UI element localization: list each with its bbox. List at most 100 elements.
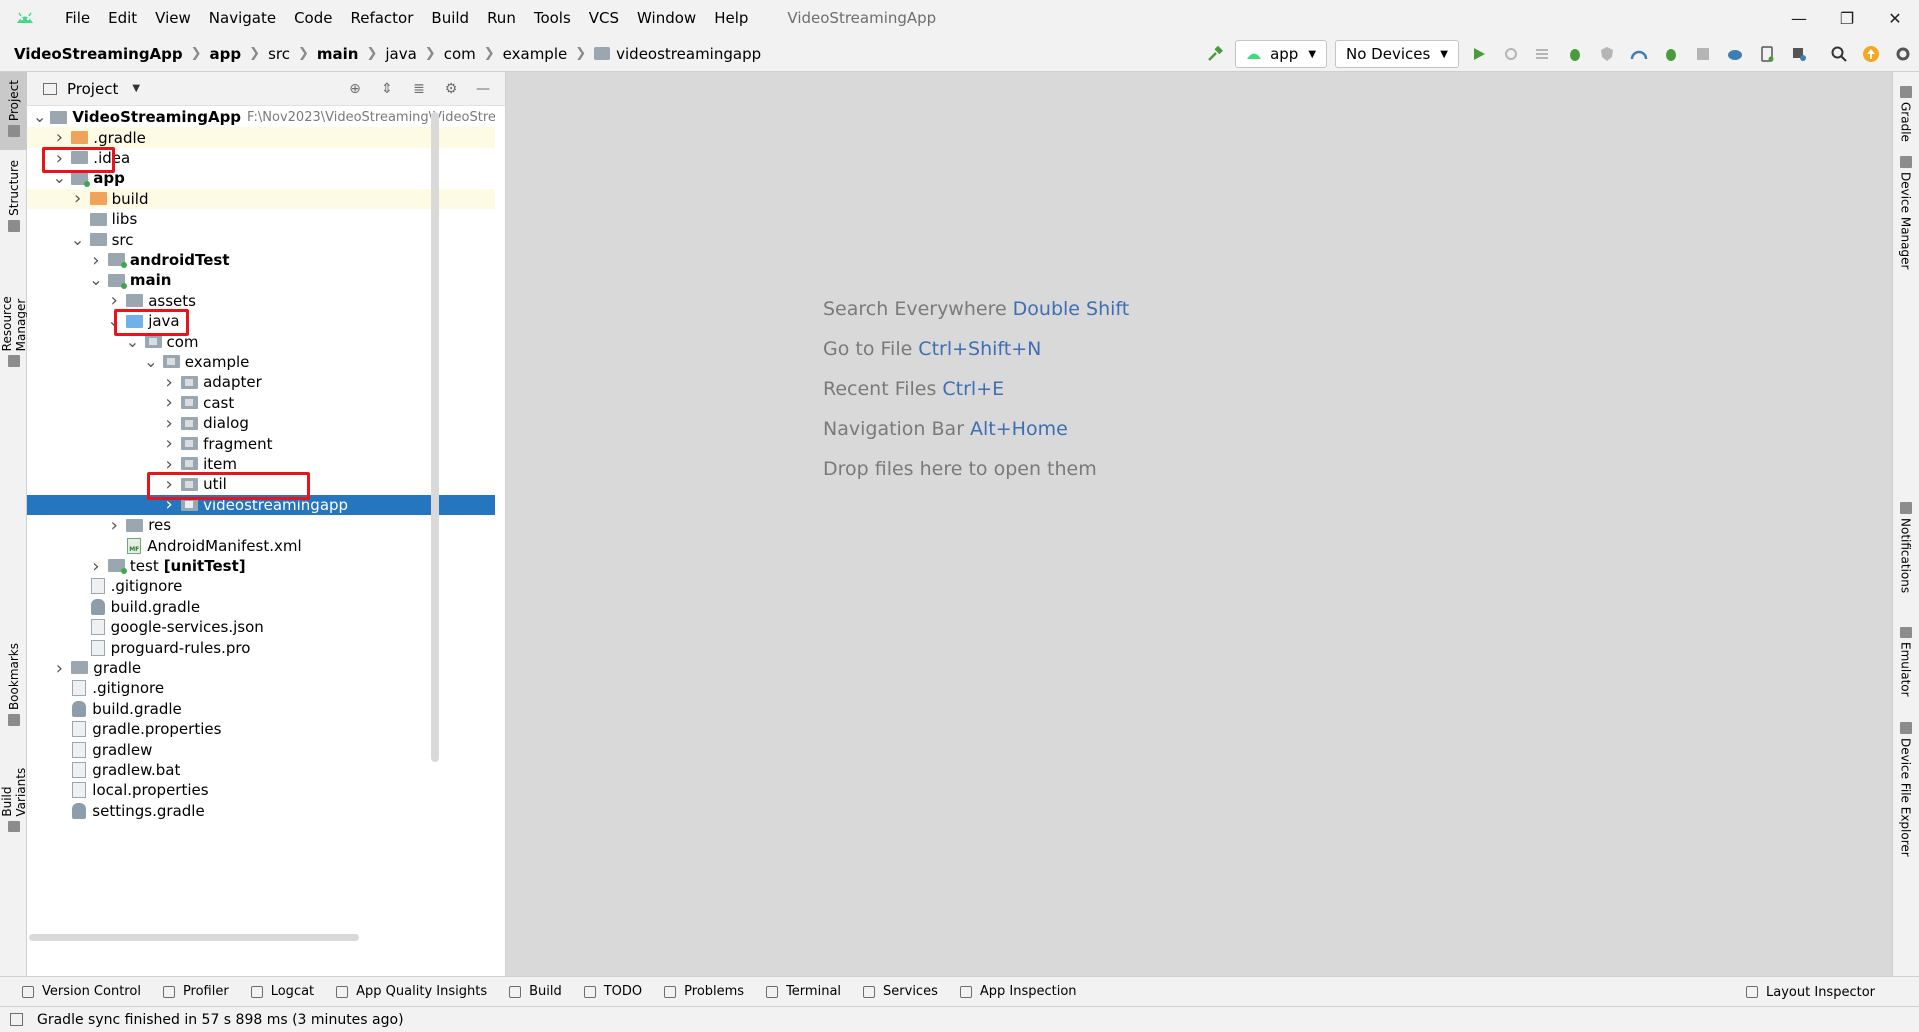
- tree-node[interactable]: .gitignore: [27, 576, 495, 596]
- chevron-down-icon[interactable]: ⌄: [125, 333, 141, 349]
- tree-node[interactable]: › androidTest: [27, 250, 495, 271]
- updates-button[interactable]: [1855, 38, 1887, 70]
- tab-app-inspection[interactable]: App Inspection: [959, 984, 1077, 999]
- tree-node[interactable]: › fragment: [27, 433, 495, 454]
- tree-node[interactable]: libs: [27, 209, 495, 229]
- apply-changes-button[interactable]: [1495, 38, 1527, 70]
- tab-version-control[interactable]: Version Control: [22, 984, 141, 999]
- chevron-right-icon[interactable]: ›: [161, 474, 177, 495]
- tree-node[interactable]: gradlew: [27, 739, 495, 759]
- tree-node[interactable]: settings.gradle: [27, 801, 495, 821]
- search-everywhere-button[interactable]: [1823, 38, 1855, 70]
- tab-project[interactable]: Project: [0, 72, 27, 150]
- breadcrumb-item[interactable]: VideoStreamingApp: [14, 45, 183, 63]
- editor-area[interactable]: Search Everywhere Double Shift Go to File C…: [506, 72, 1892, 976]
- chevron-down-icon[interactable]: ⌄: [70, 231, 86, 247]
- chevron-down-icon[interactable]: ⌄: [106, 313, 122, 329]
- tree-node[interactable]: gradlew.bat: [27, 760, 495, 780]
- coverage-button[interactable]: [1591, 38, 1623, 70]
- tree-node[interactable]: proguard-rules.pro: [27, 637, 495, 657]
- tab-device-file-explorer[interactable]: Device File Explorer: [1892, 712, 1919, 872]
- tree-node[interactable]: google-services.json: [27, 617, 495, 637]
- menu-run[interactable]: Run: [478, 0, 525, 36]
- chevron-right-icon[interactable]: ›: [70, 188, 86, 209]
- select-opened-file-button[interactable]: ⊕: [339, 73, 371, 105]
- tree-node[interactable]: ⌄ example: [27, 352, 495, 372]
- breadcrumb-item[interactable]: app: [210, 45, 242, 63]
- tab-layout-inspector[interactable]: Layout Inspector: [1746, 977, 1875, 1007]
- breadcrumb-item[interactable]: main: [317, 45, 359, 63]
- tree-node[interactable]: › build: [27, 188, 495, 209]
- run-config-select[interactable]: app ▼: [1235, 40, 1328, 68]
- menu-window[interactable]: Window: [628, 0, 705, 36]
- tree-node[interactable]: › .gradle: [27, 127, 495, 148]
- tree-node[interactable]: › test [unitTest]: [27, 556, 495, 577]
- project-view-select[interactable]: Project ▼: [43, 80, 140, 98]
- chevron-right-icon[interactable]: ›: [161, 372, 177, 393]
- tree-node[interactable]: build.gradle: [27, 597, 495, 617]
- menu-help[interactable]: Help: [705, 0, 757, 36]
- tab-todo[interactable]: TODO: [583, 984, 642, 999]
- breadcrumb-item[interactable]: src: [268, 45, 290, 63]
- tree-node[interactable]: ⌄ com: [27, 331, 495, 351]
- menu-refactor[interactable]: Refactor: [341, 0, 422, 36]
- tree-node[interactable]: local.properties: [27, 780, 495, 800]
- tree-node[interactable]: › item: [27, 454, 495, 475]
- tab-app-quality-insights[interactable]: App Quality Insights: [336, 984, 487, 999]
- tab-logcat[interactable]: Logcat: [250, 984, 314, 999]
- chevron-down-icon[interactable]: ⌄: [143, 353, 159, 369]
- breadcrumb-item[interactable]: example: [503, 45, 568, 63]
- profile-button[interactable]: [1623, 38, 1655, 70]
- close-button[interactable]: ✕: [1871, 0, 1919, 36]
- expand-all-button[interactable]: ⇕: [371, 73, 403, 105]
- tab-device-manager[interactable]: Device Manager: [1892, 142, 1919, 272]
- vertical-scrollbar[interactable]: [431, 112, 439, 762]
- chevron-right-icon[interactable]: ›: [88, 250, 104, 271]
- tree-node[interactable]: AndroidManifest.xml: [27, 535, 495, 555]
- chevron-right-icon[interactable]: ›: [51, 658, 67, 679]
- stop-button[interactable]: [1687, 38, 1719, 70]
- tree-node[interactable]: gradle.properties: [27, 719, 495, 739]
- tree-node[interactable]: ⌄ VideoStreamingApp F:\Nov2023\VideoStream…: [27, 107, 495, 127]
- tab-build[interactable]: Build: [509, 984, 562, 999]
- breadcrumb-item[interactable]: com: [444, 45, 476, 63]
- chevron-down-icon[interactable]: ⌄: [33, 109, 46, 125]
- tab-resource-manager[interactable]: Resource Manager: [0, 237, 28, 367]
- tree-node[interactable]: ⌄ src: [27, 229, 495, 249]
- tree-node[interactable]: ⌄ java: [27, 311, 495, 331]
- tree-node[interactable]: › util: [27, 474, 495, 495]
- chevron-right-icon[interactable]: ›: [51, 148, 67, 169]
- menu-view[interactable]: View: [146, 0, 200, 36]
- sdk-manager-button[interactable]: [1783, 38, 1815, 70]
- make-project-button[interactable]: [1199, 38, 1231, 70]
- attach-debugger-button[interactable]: [1655, 38, 1687, 70]
- tab-services[interactable]: Services: [863, 984, 938, 999]
- chevron-down-icon[interactable]: ⌄: [88, 272, 104, 288]
- tree-node[interactable]: › gradle: [27, 658, 495, 679]
- tab-emulator[interactable]: Emulator: [1892, 617, 1919, 697]
- minimize-button[interactable]: —: [1775, 0, 1823, 36]
- panel-options-button[interactable]: ⚙: [435, 73, 467, 105]
- menu-file[interactable]: File: [56, 0, 99, 36]
- breadcrumb-item[interactable]: videostreamingapp: [594, 45, 761, 63]
- tab-notifications[interactable]: Notifications: [1892, 492, 1919, 602]
- tree-node[interactable]: › dialog: [27, 413, 495, 434]
- tree-node[interactable]: › adapter: [27, 372, 495, 393]
- tree-node[interactable]: › assets: [27, 290, 495, 311]
- tab-bookmarks[interactable]: Bookmarks: [0, 637, 27, 727]
- chevron-right-icon[interactable]: ›: [161, 454, 177, 475]
- chevron-right-icon[interactable]: ›: [88, 556, 104, 577]
- tree-node[interactable]: › .idea: [27, 148, 495, 169]
- chevron-right-icon[interactable]: ›: [51, 127, 67, 148]
- chevron-down-icon[interactable]: ⌄: [51, 170, 67, 186]
- status-toggle-icon[interactable]: [10, 1013, 23, 1026]
- breadcrumb-item[interactable]: java: [385, 45, 416, 63]
- sync-gradle-button[interactable]: [1719, 38, 1751, 70]
- menu-edit[interactable]: Edit: [99, 0, 146, 36]
- tab-problems[interactable]: Problems: [664, 984, 744, 999]
- chevron-right-icon[interactable]: ›: [106, 515, 122, 536]
- tree-node[interactable]: › res: [27, 515, 495, 536]
- tree-node[interactable]: › videostreamingapp: [27, 494, 495, 515]
- hide-panel-button[interactable]: —: [467, 73, 499, 105]
- collapse-all-button[interactable]: ≣: [403, 73, 435, 105]
